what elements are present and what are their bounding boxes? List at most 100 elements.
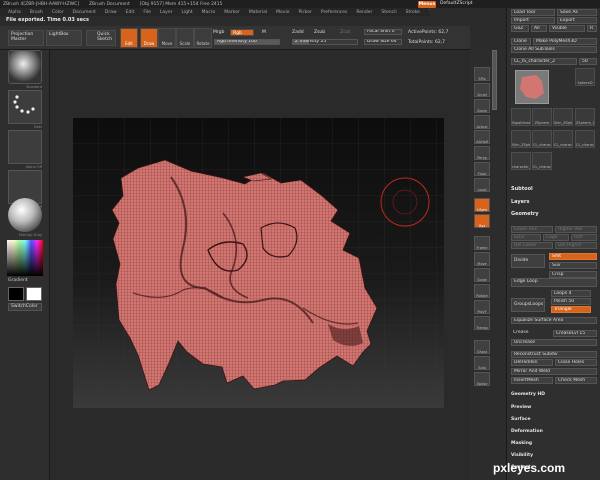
tool-rotate-button[interactable]: Rotate	[194, 28, 212, 48]
view-frame-button[interactable]: Frame	[474, 236, 490, 250]
material-thumbnail[interactable]	[8, 198, 42, 232]
vertical-scrollbar[interactable]	[492, 50, 497, 110]
section-subtool[interactable]: Subtool	[511, 186, 533, 192]
subtool-thumbnail[interactable]: character_2	[511, 152, 531, 170]
rstr-button[interactable]: Rstr	[571, 234, 597, 241]
quick-sketch-button[interactable]: Quick Sketch	[86, 30, 116, 46]
zadd-toggle[interactable]: Zadd	[292, 30, 304, 35]
view-xyz-button[interactable]: Xyz	[474, 214, 490, 228]
clone-all-subtools-button[interactable]: Clone All SubTools	[511, 46, 597, 53]
projection-master-button[interactable]: Projection Master	[8, 30, 44, 46]
section-visibility[interactable]: Visibility	[511, 453, 533, 458]
brush-thumbnail[interactable]	[8, 50, 42, 84]
view-polyf-button[interactable]: PolyF	[474, 300, 490, 314]
menu-item-file[interactable]: File	[143, 10, 151, 15]
insertmesh-button[interactable]: InsertMesh	[511, 377, 553, 384]
uncrease-button[interactable]: Uncrease	[511, 339, 597, 346]
subtool-thumbnail[interactable]: Sspalthreads	[511, 108, 531, 126]
subtool-thumbnail[interactable]: CL_character	[532, 130, 552, 148]
smt-toggle[interactable]: Smt	[549, 253, 597, 260]
section-masking[interactable]: Masking	[511, 441, 532, 446]
crisp-toggle[interactable]: Crisp	[549, 271, 597, 278]
view-spix-button[interactable]: SPix	[474, 67, 490, 81]
r-button[interactable]: R	[587, 25, 597, 32]
menus-button[interactable]: Menus	[418, 1, 436, 8]
groupsloops-button[interactable]: GroupsLoops	[511, 298, 545, 312]
mrgb-toggle[interactable]: Mrgb	[213, 30, 224, 35]
divide-button[interactable]: Divide	[511, 254, 545, 268]
save-as-button[interactable]: Save As	[557, 9, 597, 16]
sdiv-slider[interactable]: SDiv	[511, 234, 541, 241]
subtool-thumbnail[interactable]: ZSphere	[532, 108, 552, 126]
view-aahalf-button[interactable]: AAHalf	[474, 130, 490, 144]
draw-size-slider[interactable]: Draw Size 64	[364, 39, 402, 45]
goz-button[interactable]: GoZ	[511, 25, 529, 32]
import-button[interactable]: Import	[511, 17, 555, 24]
view-solo-button[interactable]: Solo	[474, 356, 490, 370]
visible-button[interactable]: Visible	[549, 25, 585, 32]
polish-slider[interactable]: Polish 50	[551, 298, 591, 305]
clone-button[interactable]: Clone	[511, 38, 531, 45]
default-zscript-label[interactable]: DefaultZScript	[440, 1, 476, 8]
del-higher-button[interactable]: Del Higher	[555, 242, 597, 249]
section-surface[interactable]: Surface	[511, 417, 530, 422]
menu-item-draw[interactable]: Draw	[105, 10, 117, 15]
equalize-surface-area-button[interactable]: Equalize Surface Area	[511, 317, 597, 324]
make-polymesh-button[interactable]: Make PolyMesh3D	[533, 38, 597, 45]
secondary-color-swatch[interactable]	[26, 287, 42, 301]
view-local-button[interactable]: Local	[474, 178, 490, 192]
suv-toggle[interactable]: Suv	[549, 262, 597, 269]
view-scroll-button[interactable]: Scroll	[474, 83, 490, 97]
tool-move-button[interactable]: Move	[158, 28, 176, 48]
tool-edit-button[interactable]: Edit	[120, 28, 138, 48]
zcut-toggle[interactable]: Zcut	[340, 30, 350, 35]
subtool-thumbnail[interactable]: CL_character	[532, 152, 552, 170]
document-canvas[interactable]	[73, 118, 444, 408]
view-zoom-button[interactable]: Zoom	[474, 99, 490, 113]
mirror-and-weld-button[interactable]: Mirror And Weld	[511, 368, 597, 375]
rgb-toggle[interactable]: Rgb	[230, 29, 254, 36]
subtool-thumbnail[interactable]: Skin_ZSphere	[553, 108, 573, 126]
alpha-thumbnail[interactable]	[8, 130, 42, 164]
tool-draw-button[interactable]: Draw	[140, 28, 158, 48]
current-tool-number[interactable]: 50	[579, 58, 597, 65]
triangle-toggle[interactable]: Triangle	[551, 306, 591, 313]
view-ghost-button[interactable]: Ghost	[474, 340, 490, 354]
close-holes-button[interactable]: Close Holes	[555, 359, 597, 366]
subtool-thumbnail[interactable]: CL_character	[575, 130, 595, 148]
view-floor-button[interactable]: Floor	[474, 162, 490, 176]
menu-item-material[interactable]: Material	[249, 10, 267, 15]
all-button[interactable]: All	[531, 25, 547, 32]
current-tool-name[interactable]: CL_IS_character_2	[511, 58, 577, 65]
view-lsym-button[interactable]: LSym	[474, 198, 490, 212]
menu-item-brush[interactable]: Brush	[30, 10, 43, 15]
export-button[interactable]: Export	[557, 17, 597, 24]
view-transp-button[interactable]: Transp	[474, 316, 490, 330]
m-toggle[interactable]: M	[262, 30, 266, 35]
check-mesh-button[interactable]: Check Mesh	[555, 377, 597, 384]
zsub-toggle[interactable]: Zsub	[314, 30, 325, 35]
current-tool-thumbnail[interactable]	[515, 70, 549, 104]
section-layers[interactable]: Layers	[511, 199, 530, 205]
edge-loop-button[interactable]: Edge Loop	[511, 278, 597, 287]
menu-item-marker[interactable]: Marker	[224, 10, 240, 15]
loops-slider[interactable]: Loops 4	[551, 290, 591, 297]
menu-item-stroke[interactable]: Stroke	[406, 10, 420, 15]
focal-shift-slider[interactable]: Focal Shift 0	[364, 29, 402, 35]
delhidden-button[interactable]: DelHidden	[511, 359, 553, 366]
stroke-thumbnail[interactable]	[8, 90, 42, 124]
higher-res-button[interactable]: Higher Res	[555, 226, 597, 233]
menu-item-alpha[interactable]: Alpha	[8, 10, 21, 15]
menu-item-movie[interactable]: Movie	[276, 10, 289, 15]
subtool-thumbnail[interactable]: Skin_ZSphere_2	[511, 130, 531, 148]
view-rotate-button[interactable]: Rotate	[474, 284, 490, 298]
load-tool-button[interactable]: Load Tool	[511, 9, 555, 16]
crease-button[interactable]: Crease	[511, 330, 551, 337]
tool-scale-button[interactable]: Scale	[176, 28, 194, 48]
subtool-thumbnail[interactable]: CL_character	[553, 130, 573, 148]
section-geometry[interactable]: Geometry	[511, 211, 539, 217]
section-geometry-hd[interactable]: Geometry HD	[511, 392, 545, 397]
view-move-button[interactable]: Move	[474, 252, 490, 266]
subtool-thumbnail[interactable]: ZSphere_1	[575, 108, 595, 126]
menu-item-color[interactable]: Color	[52, 10, 64, 15]
